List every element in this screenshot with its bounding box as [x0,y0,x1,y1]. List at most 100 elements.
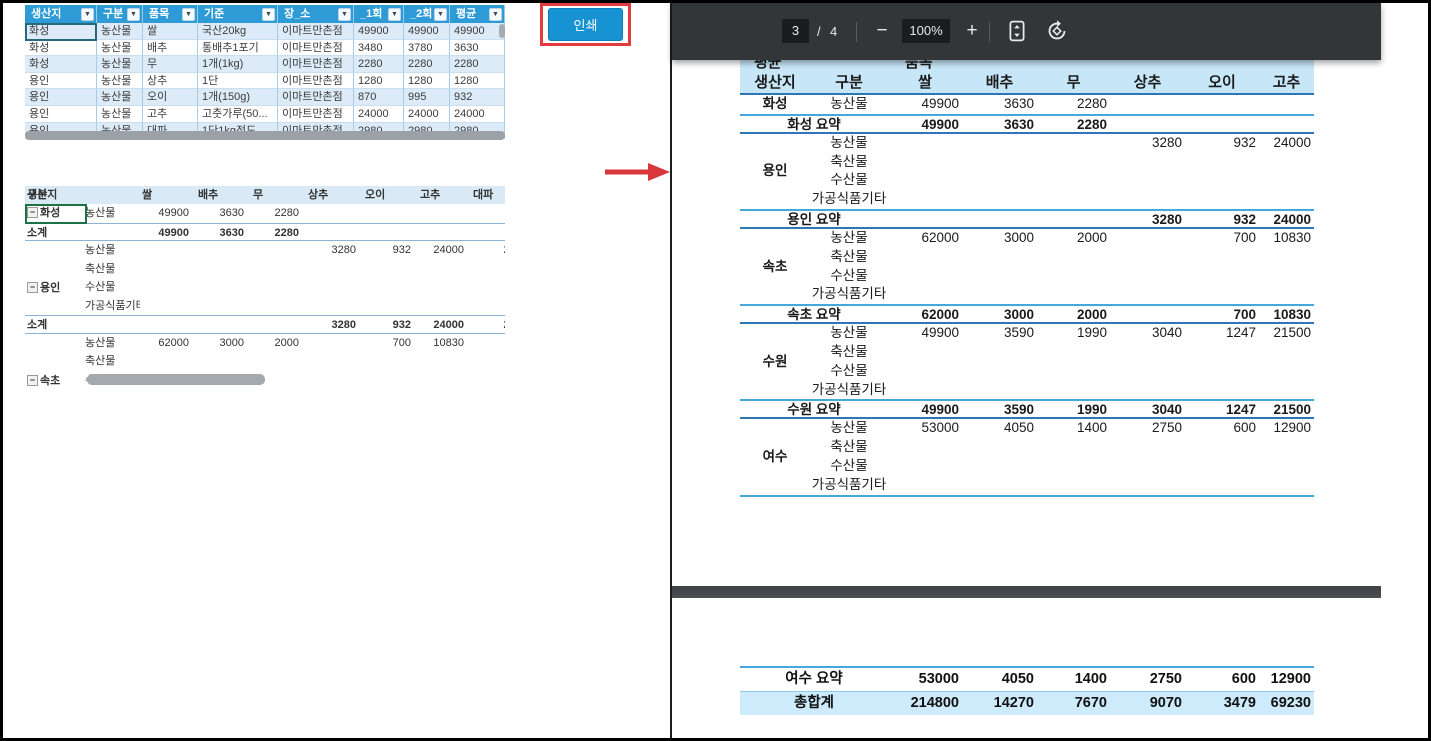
zoom-in-icon[interactable] [960,17,984,45]
cell[interactable]: 국산20kg [198,23,278,40]
cell[interactable]: 2980 [471,316,505,335]
cell[interactable]: 2980 [471,241,505,260]
cell[interactable]: 쌀 [143,23,198,40]
cell[interactable]: 상추 [143,73,198,90]
pivot-row-label[interactable]: 소계 [27,224,85,243]
pivot-column-header[interactable]: 배추 [196,186,253,204]
pivot-row-label[interactable]: 화성 [27,204,85,223]
cell[interactable]: 농산물 [97,23,143,40]
cell[interactable] [85,316,140,335]
collapse-icon[interactable] [27,207,38,218]
cell[interactable] [363,371,418,390]
cell[interactable]: 무 [143,56,198,73]
cell[interactable] [363,260,418,279]
cell[interactable] [363,352,418,371]
cell[interactable] [471,204,505,223]
cell[interactable]: 이마트만촌점 [278,106,354,123]
cell[interactable]: 3280 [306,316,363,335]
pivot-group-label[interactable]: 속초 [27,371,87,389]
cell[interactable]: 932 [363,241,418,260]
cell[interactable]: 24000 [450,106,505,123]
filter-dropdown-icon[interactable] [489,8,502,21]
cell[interactable]: 축산물 [85,260,140,279]
cell[interactable]: 995 [404,89,450,106]
cell[interactable] [140,260,196,279]
cell[interactable] [471,260,505,279]
cell[interactable]: 2280 [450,56,505,73]
cell[interactable]: 3000 [196,334,251,353]
cell[interactable]: 49900 [450,23,505,40]
cell[interactable]: 1280 [450,73,505,90]
cell[interactable] [306,297,363,316]
cell[interactable] [140,278,196,297]
cell[interactable]: 49900 [140,204,196,223]
cell[interactable]: 24000 [404,106,450,123]
cell[interactable] [418,224,471,243]
cell[interactable] [363,297,418,316]
cell[interactable] [251,297,306,316]
cell[interactable]: 24000 [354,106,404,123]
zoom-level-input[interactable]: 100% [902,19,950,43]
column-header[interactable]: 생산지 [25,5,97,23]
horizontal-scrollbar[interactable] [25,131,505,140]
cell[interactable]: 농산물 [97,106,143,123]
cell[interactable] [418,278,471,297]
cell[interactable] [85,224,140,243]
fit-to-page-icon[interactable] [1006,20,1028,42]
cell[interactable]: 62000 [140,334,196,353]
cell[interactable] [196,260,251,279]
cell[interactable]: 축산물 [85,352,140,371]
page-number-input[interactable]: 3 [782,19,809,43]
cell[interactable]: 1280 [354,73,404,90]
rotate-icon[interactable] [1046,20,1068,42]
cell[interactable] [306,204,363,223]
filter-dropdown-icon[interactable] [262,8,275,21]
cell[interactable]: 용인 [25,73,97,90]
cell[interactable]: 농산물 [97,89,143,106]
cell[interactable]: 870 [354,89,404,106]
cell[interactable] [418,371,471,390]
print-button[interactable]: 인쇄 [548,8,623,41]
filter-dropdown-icon[interactable] [81,8,94,21]
cell[interactable] [471,334,505,353]
cell[interactable]: 700 [363,334,418,353]
cell[interactable] [140,241,196,260]
horizontal-scrollbar[interactable] [87,374,265,385]
filter-dropdown-icon[interactable] [338,8,351,21]
column-header[interactable]: _1회 [354,5,404,23]
cell[interactable]: 이마트만촌점 [278,40,354,57]
cell[interactable]: 화성 [25,56,97,73]
cell[interactable] [140,352,196,371]
column-header[interactable]: 품목 [143,5,198,23]
cell[interactable]: 1280 [404,73,450,90]
column-header[interactable]: 평균 [450,5,505,23]
cell[interactable] [471,352,505,371]
column-header[interactable]: 구분 [97,5,143,23]
pivot-row-label[interactable] [27,334,85,353]
cell[interactable]: 1개(150g) [198,89,278,106]
pivot-column-header[interactable]: 구분 [25,186,47,204]
cell[interactable]: 화성 [25,40,97,57]
collapse-icon[interactable] [27,375,38,386]
cell[interactable]: 10830 [418,334,471,353]
cell[interactable]: 3630 [196,224,251,243]
pivot-row-label[interactable] [27,352,85,371]
collapse-icon[interactable] [27,282,38,293]
pivot-column-header[interactable]: 상추 [306,186,365,204]
cell[interactable] [418,260,471,279]
cell[interactable]: 2280 [251,224,306,243]
cell[interactable] [251,241,306,260]
cell[interactable] [306,224,363,243]
column-header[interactable]: _2회 [404,5,450,23]
cell[interactable]: 932 [450,89,505,106]
cell[interactable] [196,297,251,316]
cell[interactable] [306,278,363,297]
cell[interactable]: 가공식품기타 [85,297,140,316]
cell[interactable]: 농산물 [97,73,143,90]
cell[interactable]: 3480 [354,40,404,57]
cell[interactable]: 932 [363,316,418,335]
filter-dropdown-icon[interactable] [127,8,140,21]
cell[interactable] [471,297,505,316]
cell[interactable]: 화성 [25,23,97,40]
cell[interactable] [418,297,471,316]
